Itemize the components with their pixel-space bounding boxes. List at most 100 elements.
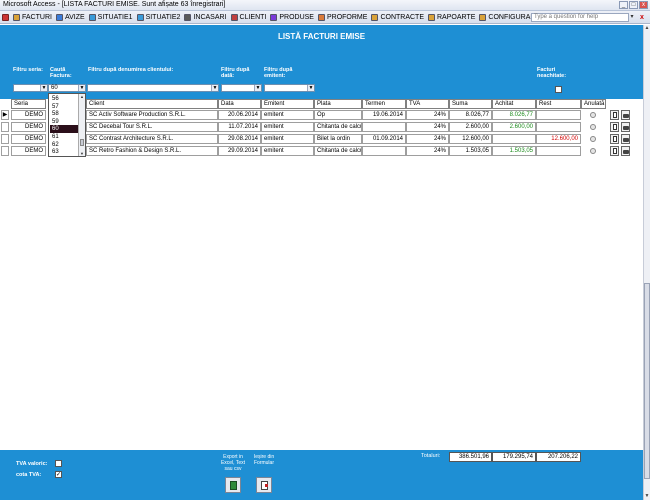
cell-seria[interactable]: DEMO [11, 134, 46, 144]
cell-seria[interactable]: DEMO [11, 146, 46, 156]
print-invoice-button[interactable] [621, 146, 630, 156]
cell-termen[interactable]: 01.09.2014 [362, 134, 406, 144]
cell-plata[interactable]: Op [314, 110, 362, 120]
cell-suma[interactable]: 8.026,77 [449, 110, 492, 120]
close-window-button[interactable]: x [639, 1, 648, 9]
menu-item-produse[interactable]: PRODUSE [268, 12, 316, 23]
dropdown-item[interactable]: 63 [50, 148, 78, 156]
menu-item-incasari[interactable]: INCASARI [182, 12, 228, 23]
unpaid-invoices-checkbox[interactable] [555, 86, 562, 93]
scroll-up-icon[interactable]: ▲ [644, 25, 650, 32]
cell-rest[interactable] [536, 122, 581, 132]
filter-series-combo[interactable]: ▼ [13, 84, 48, 92]
cell-termen[interactable] [362, 146, 406, 156]
column-header-seria[interactable]: Seria [11, 99, 46, 109]
dropdown-scrollbar[interactable]: ▲ ▼ [78, 94, 85, 156]
chevron-down-icon[interactable]: ▼ [78, 85, 85, 91]
scroll-down-icon[interactable]: ▼ [644, 493, 650, 500]
invoice-dropdown-list[interactable]: 56 57 58 59 60 61 62 63 ▲ ▼ [48, 93, 86, 157]
cell-tva[interactable]: 24% [406, 122, 449, 132]
help-dropdown-arrow-icon[interactable]: ▾ [629, 13, 635, 22]
row-selector[interactable] [1, 134, 9, 144]
cell-suma[interactable]: 12.600,00 [449, 134, 492, 144]
row-selector[interactable] [1, 122, 9, 132]
chevron-down-icon[interactable]: ▼ [307, 85, 314, 91]
cell-data[interactable]: 11.07.2014 [218, 122, 261, 132]
cell-client[interactable]: SC Activ Software Production S.R.L. [86, 110, 218, 120]
table-row[interactable]: DEMO SC Decebal Tour S.R.L. 11.07.2014 emit… [0, 122, 643, 134]
print-invoice-button[interactable] [621, 122, 630, 132]
chevron-down-icon[interactable]: ▼ [254, 85, 261, 91]
scroll-up-icon[interactable]: ▲ [79, 94, 85, 99]
open-invoice-button[interactable] [610, 134, 619, 144]
filter-emitter-combo[interactable]: ▼ [264, 84, 315, 92]
scroll-down-icon[interactable]: ▼ [79, 151, 85, 156]
cancelled-toggle[interactable] [590, 124, 596, 130]
search-invoice-combo[interactable]: 60 ▼ [48, 84, 86, 92]
cell-plata[interactable]: Chitanta de calcu [314, 122, 362, 132]
cell-plata[interactable]: Bilet la ordin [314, 134, 362, 144]
cell-seria[interactable]: DEMO [11, 110, 46, 120]
row-selector[interactable]: ▶ [1, 110, 9, 120]
filter-client-combo[interactable]: ▼ [87, 84, 219, 92]
chevron-down-icon[interactable]: ▼ [211, 85, 218, 91]
menu-item-situatie2[interactable]: SITUATIE2 [135, 12, 183, 23]
column-header-client[interactable]: Client [86, 99, 218, 109]
cell-emitent[interactable]: emitent [261, 110, 314, 120]
cell-data[interactable]: 29.09.2014 [218, 146, 261, 156]
cell-rest[interactable] [536, 110, 581, 120]
cell-tva[interactable]: 24% [406, 146, 449, 156]
export-excel-button[interactable] [225, 477, 241, 493]
menu-item-clienti[interactable]: CLIENTI [229, 12, 269, 23]
form-scroll-thumb[interactable] [644, 283, 650, 479]
cell-rest[interactable] [536, 146, 581, 156]
column-header-tva[interactable]: TVA [406, 99, 449, 109]
open-invoice-button[interactable] [610, 122, 619, 132]
cell-data[interactable]: 20.06.2014 [218, 110, 261, 120]
minimize-button[interactable]: _ [619, 1, 628, 9]
column-header-termen[interactable]: Termen [362, 99, 406, 109]
column-header-rest[interactable]: Rest [536, 99, 581, 109]
cell-client[interactable]: SC Decebal Tour S.R.L. [86, 122, 218, 132]
table-row[interactable]: DEMO SC Retro Fashion & Design S.R.L. 29.0… [0, 146, 643, 158]
column-header-achitat[interactable]: Achitat [492, 99, 536, 109]
cell-tva[interactable]: 24% [406, 134, 449, 144]
column-header-plata[interactable]: Plata [314, 99, 362, 109]
menu-item-facturi[interactable]: FACTURI [11, 12, 54, 23]
dropdown-scroll-thumb[interactable] [80, 139, 84, 146]
cell-termen[interactable] [362, 122, 406, 132]
cell-emitent[interactable]: emitent [261, 134, 314, 144]
print-invoice-button[interactable] [621, 110, 630, 120]
cell-emitent[interactable]: emitent [261, 122, 314, 132]
maximize-button[interactable]: □ [629, 1, 638, 9]
cell-rest[interactable]: 12.600,00 [536, 134, 581, 144]
column-header-data[interactable]: Data [218, 99, 261, 109]
column-header-anulata[interactable]: Anulată [581, 99, 606, 109]
menu-item-proforme[interactable]: PROFORME [316, 12, 369, 23]
column-header-suma[interactable]: Suma [449, 99, 492, 109]
form-vertical-scrollbar[interactable]: ▲ ▼ [643, 25, 650, 500]
cell-seria[interactable]: DEMO [11, 122, 46, 132]
cell-suma[interactable]: 2.600,00 [449, 122, 492, 132]
open-invoice-button[interactable] [610, 146, 619, 156]
tva-valoric-checkbox[interactable] [55, 460, 62, 467]
open-invoice-button[interactable] [610, 110, 619, 120]
cell-plata[interactable]: Chitanta de calcu [314, 146, 362, 156]
row-selector[interactable] [1, 146, 9, 156]
cancelled-toggle[interactable] [590, 148, 596, 154]
cell-client[interactable]: SC Retro Fashion & Design S.R.L. [86, 146, 218, 156]
menu-item-situatie1[interactable]: SITUATIE1 [87, 12, 135, 23]
cancelled-toggle[interactable] [590, 112, 596, 118]
cell-achitat[interactable] [492, 134, 536, 144]
exit-form-button[interactable] [256, 477, 272, 493]
table-row[interactable]: DEMO SC Contrast Architecture S.R.L. 29.08… [0, 134, 643, 146]
menu-item-rapoarte[interactable]: RAPOARTE [426, 12, 477, 23]
table-row[interactable]: ▶ DEMO SC Activ Software Production S.R.L.… [0, 110, 643, 122]
menu-item-contracte[interactable]: CONTRACTE [369, 12, 426, 23]
cell-achitat[interactable]: 8.026,77 [492, 110, 536, 120]
menu-item-avize[interactable]: AVIZE [54, 12, 87, 23]
close-form-button[interactable]: x [638, 14, 646, 22]
cancelled-toggle[interactable] [590, 136, 596, 142]
cell-emitent[interactable]: emitent [261, 146, 314, 156]
cell-achitat[interactable]: 2.600,00 [492, 122, 536, 132]
